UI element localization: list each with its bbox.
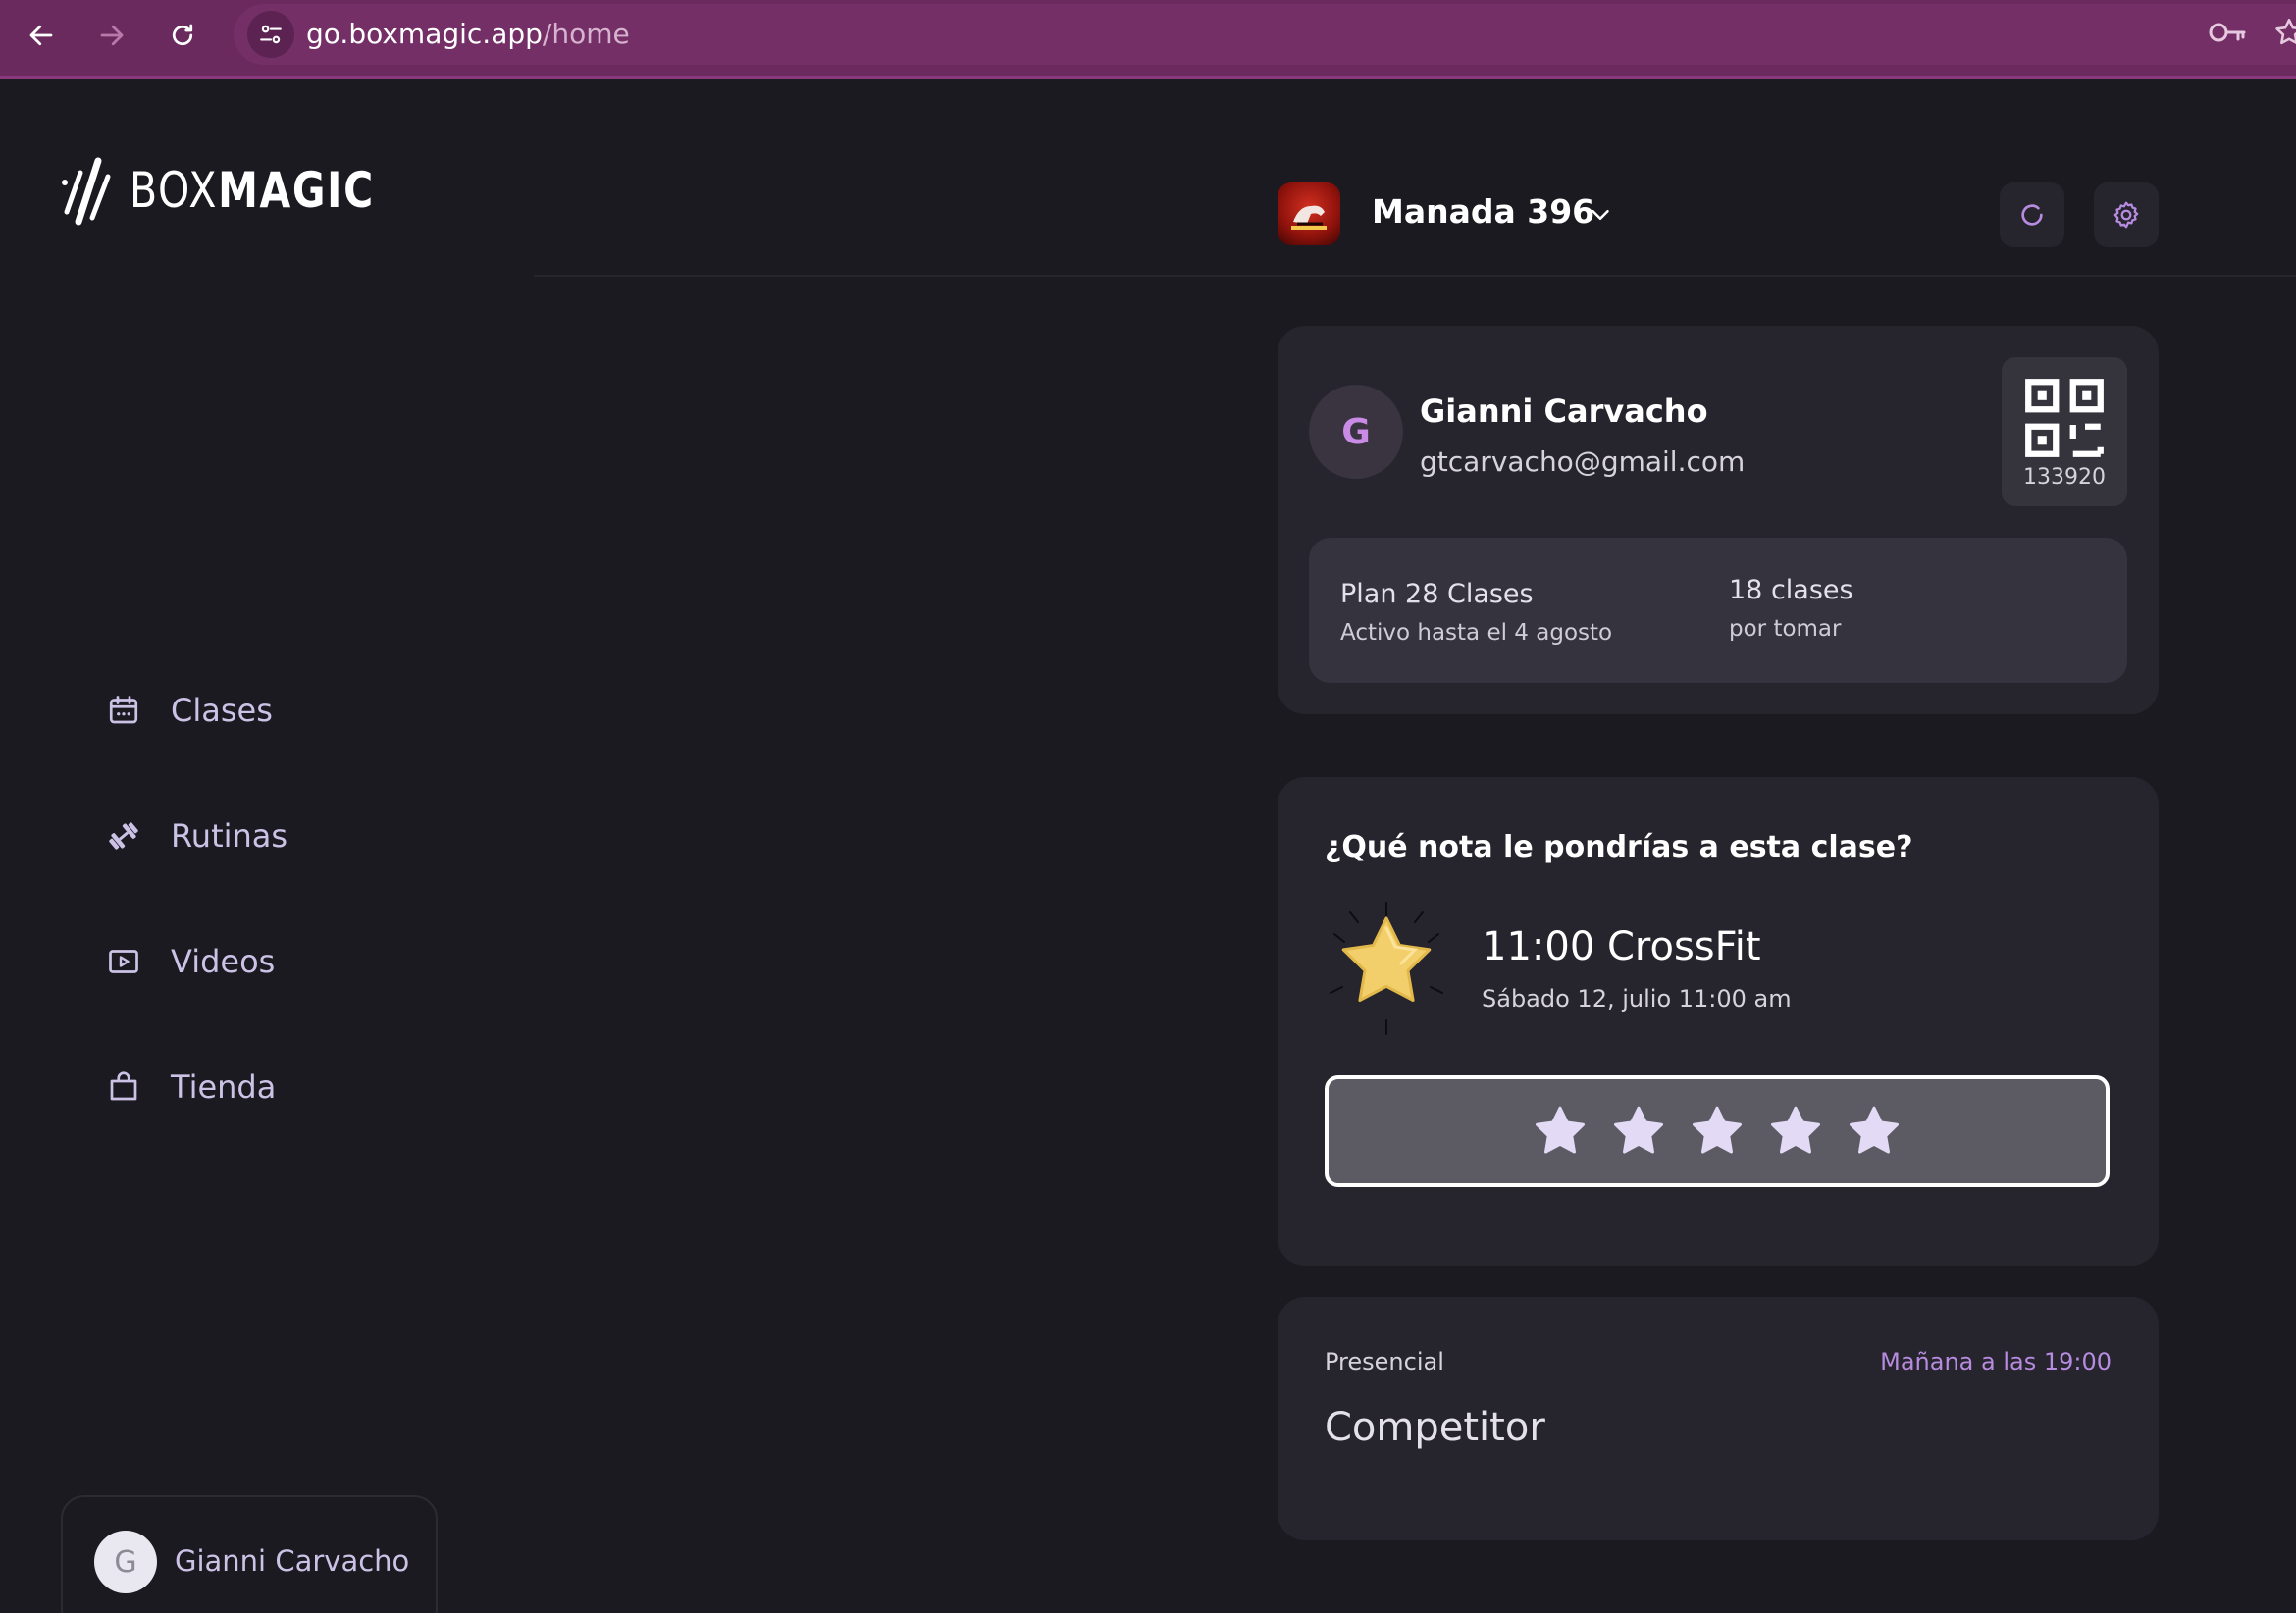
class-mode: Presencial xyxy=(1325,1348,1444,1376)
url-path: /home xyxy=(542,18,630,50)
classes-remaining: 18 clases xyxy=(1729,575,1853,605)
gear-icon xyxy=(2113,201,2139,229)
rated-class-title: 11:00 CrossFit xyxy=(1482,924,1761,969)
logo-wordmark-part-1: BOX xyxy=(130,162,219,219)
sidebar-user-chip[interactable]: G Gianni Carvacho xyxy=(61,1495,438,1613)
gym-name[interactable]: Manada 396 xyxy=(1372,192,1594,231)
chevron-down-icon[interactable] xyxy=(1586,200,1615,230)
logo-wordmark-part-2: MAGIC xyxy=(218,162,375,219)
arrow-right-icon xyxy=(100,25,124,46)
qr-code-button[interactable]: 133920 xyxy=(2002,357,2127,506)
qr-code-icon xyxy=(2025,379,2104,457)
rated-class-date: Sábado 12, julio 11:00 am xyxy=(1482,985,1792,1013)
browser-toolbar: go.boxmagic.app/home xyxy=(0,0,2296,79)
rating-star-1-icon[interactable] xyxy=(1531,1102,1590,1161)
tune-icon xyxy=(260,25,282,44)
rating-question: ¿Qué nota le pondrías a esta clase? xyxy=(1325,830,1913,864)
gym-emblem-icon xyxy=(1291,205,1327,230)
sidebar-item-videos[interactable]: Videos xyxy=(104,899,418,1024)
sidebar-item-label: Tienda xyxy=(171,1068,277,1106)
plan-summary: Plan 28 Clases Activo hasta el 4 agosto … xyxy=(1309,538,2127,683)
classes-remaining-label: por tomar xyxy=(1729,616,1842,642)
forward-button[interactable] xyxy=(90,14,133,57)
rating-star-5-icon[interactable] xyxy=(1845,1102,1904,1161)
dumbbell-icon xyxy=(104,816,143,856)
sidebar-item-tienda[interactable]: Tienda xyxy=(104,1024,418,1150)
back-button[interactable] xyxy=(20,14,63,57)
address-bar[interactable]: go.boxmagic.app/home xyxy=(234,4,2296,65)
rating-star-3-icon[interactable] xyxy=(1688,1102,1747,1161)
reload-icon xyxy=(172,24,193,46)
user-name: Gianni Carvacho xyxy=(175,1544,410,1578)
upcoming-class-card[interactable]: Presencial Mañana a las 19:00 Competitor xyxy=(1278,1297,2159,1540)
sidebar-item-clases[interactable]: Clases xyxy=(104,648,418,773)
rating-star-4-icon[interactable] xyxy=(1766,1102,1825,1161)
url-host: go.boxmagic.app xyxy=(306,18,543,50)
class-rating-card: ¿Qué nota le pondrías a esta clase? 11:0… xyxy=(1278,777,2159,1266)
url-text[interactable]: go.boxmagic.app/home xyxy=(306,18,630,51)
refresh-button[interactable] xyxy=(2000,182,2064,247)
sidebar-item-label: Videos xyxy=(171,943,276,980)
avatar: G xyxy=(94,1531,157,1593)
video-icon xyxy=(104,942,143,981)
header-divider xyxy=(534,275,2296,277)
sidebar-item-rutinas[interactable]: Rutinas xyxy=(104,773,418,899)
star-rating-input[interactable] xyxy=(1325,1075,2110,1187)
settings-button[interactable] xyxy=(2094,182,2159,247)
calendar-icon xyxy=(104,691,143,730)
plan-name: Plan 28 Clases xyxy=(1340,579,1534,609)
class-time: Mañana a las 19:00 xyxy=(1880,1348,2112,1376)
profile-name: Gianni Carvacho xyxy=(1420,392,1708,430)
sidebar-item-label: Clases xyxy=(171,692,273,729)
password-key-icon[interactable] xyxy=(2208,18,2247,47)
profile-email: gtcarvacho@gmail.com xyxy=(1420,445,1746,478)
gym-logo[interactable] xyxy=(1278,182,1340,245)
reload-button[interactable] xyxy=(161,14,204,57)
avatar: G xyxy=(1309,385,1403,479)
class-name: Competitor xyxy=(1325,1405,1545,1450)
shopping-bag-icon xyxy=(104,1067,143,1107)
sidebar-item-label: Rutinas xyxy=(171,817,288,855)
logo-mark-icon xyxy=(62,157,111,226)
refresh-icon xyxy=(2021,204,2043,226)
site-info-button[interactable] xyxy=(247,11,294,58)
member-code: 133920 xyxy=(2023,465,2106,490)
boxmagic-logo[interactable]: BOXMAGIC xyxy=(59,153,429,228)
logo-wordmark: BOXMAGIC xyxy=(130,162,375,219)
sidebar-nav: Clases Rutinas Videos Tienda xyxy=(104,648,418,1150)
arrow-left-icon xyxy=(29,25,53,46)
profile-card: G Gianni Carvacho gtcarvacho@gmail.com 1… xyxy=(1278,326,2159,714)
rating-star-2-icon[interactable] xyxy=(1609,1102,1668,1161)
star-illustration-icon xyxy=(1330,902,1443,1035)
bookmark-star-icon[interactable] xyxy=(2272,16,2296,49)
plan-active-until: Activo hasta el 4 agosto xyxy=(1340,620,1613,646)
